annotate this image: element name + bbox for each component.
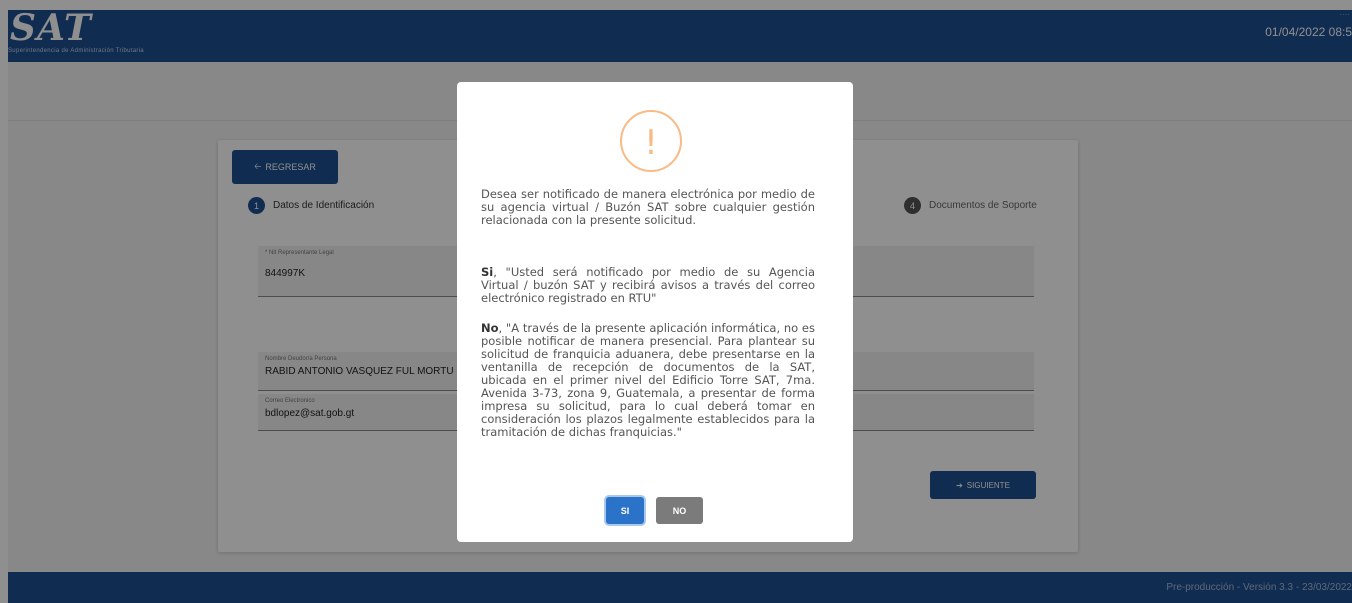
- no-button[interactable]: NO: [656, 497, 703, 524]
- si-keyword: Si: [481, 265, 494, 279]
- dialog-no-description: No, "A través de la presente aplicación …: [481, 322, 815, 439]
- no-text: , "A través de la presente aplicación in…: [481, 321, 815, 439]
- si-button[interactable]: SI: [606, 497, 644, 524]
- notification-dialog: ! Desea ser notificado de manera electró…: [457, 82, 853, 542]
- dialog-si-description: Si, "Usted será notificado por medio de …: [481, 266, 815, 305]
- no-keyword: No: [481, 321, 499, 335]
- si-text: , "Usted será notificado por medio de su…: [481, 265, 815, 305]
- dialog-question: Desea ser notificado de manera electróni…: [481, 187, 815, 227]
- warning-icon: !: [620, 110, 682, 172]
